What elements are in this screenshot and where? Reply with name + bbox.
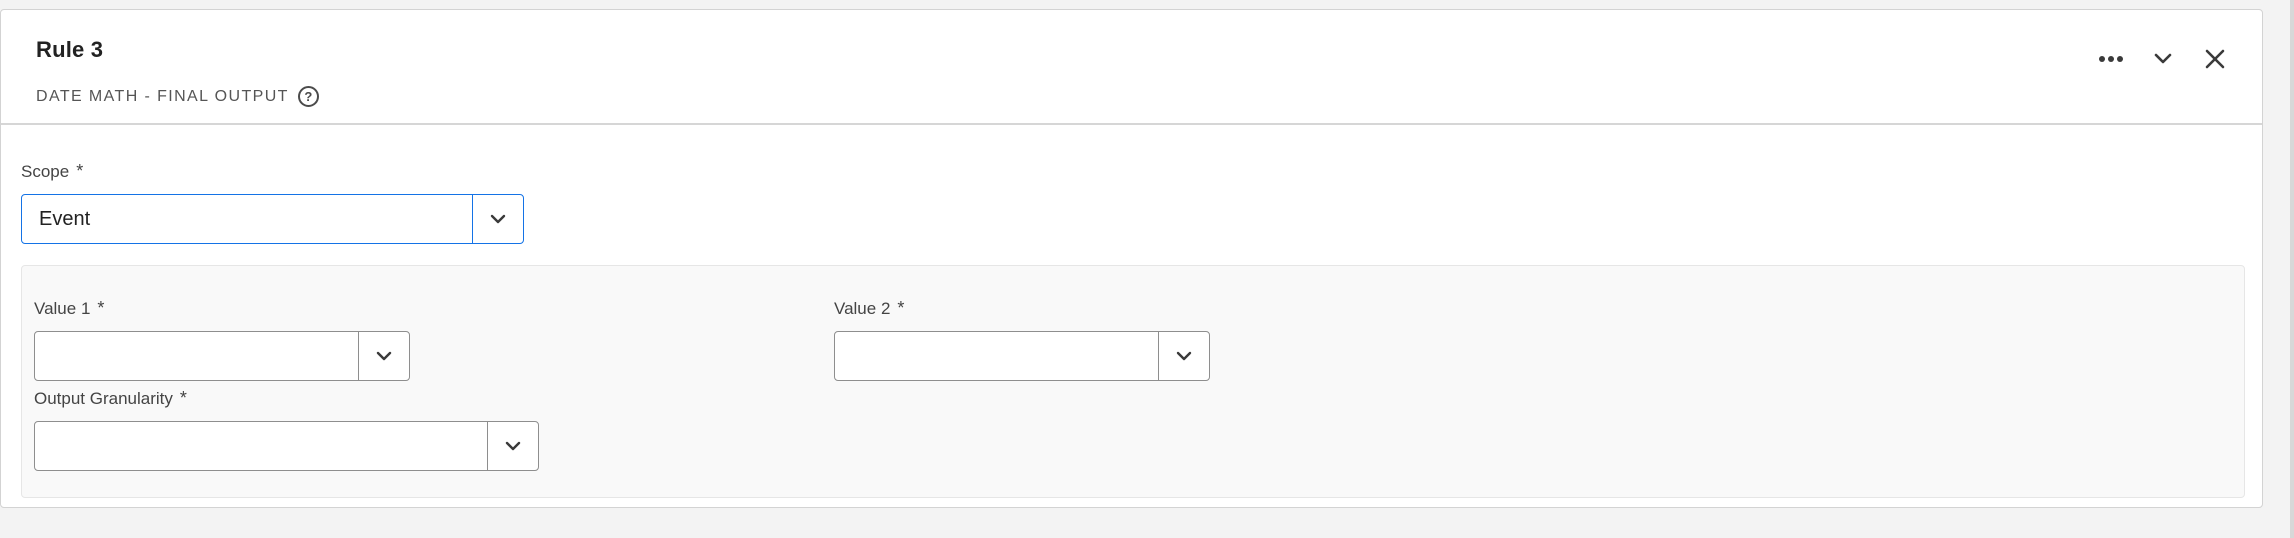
required-indicator: * xyxy=(76,161,84,181)
function-parameters-panel: Value 1 * Value 2 * Output Granularity * xyxy=(21,265,2245,498)
rule-header-actions xyxy=(2076,42,2232,76)
chevron-down-icon xyxy=(2154,53,2172,64)
rule-header: Rule 3 DATE MATH - FINAL OUTPUT ? xyxy=(1,10,2262,125)
required-indicator: * xyxy=(97,298,105,318)
help-icon[interactable]: ? xyxy=(297,86,319,107)
scope-picker-toggle[interactable] xyxy=(472,195,523,243)
scrollbar[interactable] xyxy=(2290,0,2294,538)
value1-label: Value 1 * xyxy=(34,298,104,319)
scope-label: Scope * xyxy=(21,161,83,182)
output-granularity-label: Output Granularity * xyxy=(34,388,187,409)
chevron-down-icon xyxy=(490,214,506,224)
chevron-down-icon xyxy=(1176,351,1192,361)
rule-function-name: DATE MATH - FINAL OUTPUT xyxy=(36,87,289,105)
scope-picker-value: Event xyxy=(39,207,91,230)
chevron-down-icon xyxy=(376,351,392,361)
required-indicator: * xyxy=(897,298,905,318)
output-granularity-picker-value xyxy=(35,422,487,470)
collapse-rule-button[interactable] xyxy=(2146,42,2180,76)
output-granularity-picker[interactable] xyxy=(34,421,539,471)
value1-label-text: Value 1 xyxy=(34,298,91,318)
value1-picker-value xyxy=(35,332,358,380)
value2-picker-value xyxy=(835,332,1158,380)
rule-subtitle: DATE MATH - FINAL OUTPUT ? xyxy=(36,86,319,107)
value2-picker-toggle[interactable] xyxy=(1158,332,1209,380)
value2-label: Value 2 * xyxy=(834,298,904,319)
rule-title: Rule 3 xyxy=(36,37,104,62)
scope-label-text: Scope xyxy=(21,161,70,181)
value1-picker-toggle[interactable] xyxy=(358,332,409,380)
rule-card: Rule 3 DATE MATH - FINAL OUTPUT ? Scope … xyxy=(0,9,2263,508)
required-indicator: * xyxy=(179,388,187,408)
close-rule-button[interactable] xyxy=(2198,42,2232,76)
value2-picker[interactable] xyxy=(834,331,1210,381)
output-granularity-picker-toggle[interactable] xyxy=(487,422,538,470)
close-icon xyxy=(2205,49,2225,69)
output-granularity-label-text: Output Granularity xyxy=(34,388,173,408)
value2-label-text: Value 2 xyxy=(834,298,891,318)
scope-picker[interactable]: Event xyxy=(21,194,524,244)
chevron-down-icon xyxy=(505,441,521,451)
more-options-button[interactable] xyxy=(2094,42,2128,76)
more-horizontal-icon xyxy=(2099,56,2123,62)
value1-picker[interactable] xyxy=(34,331,410,381)
